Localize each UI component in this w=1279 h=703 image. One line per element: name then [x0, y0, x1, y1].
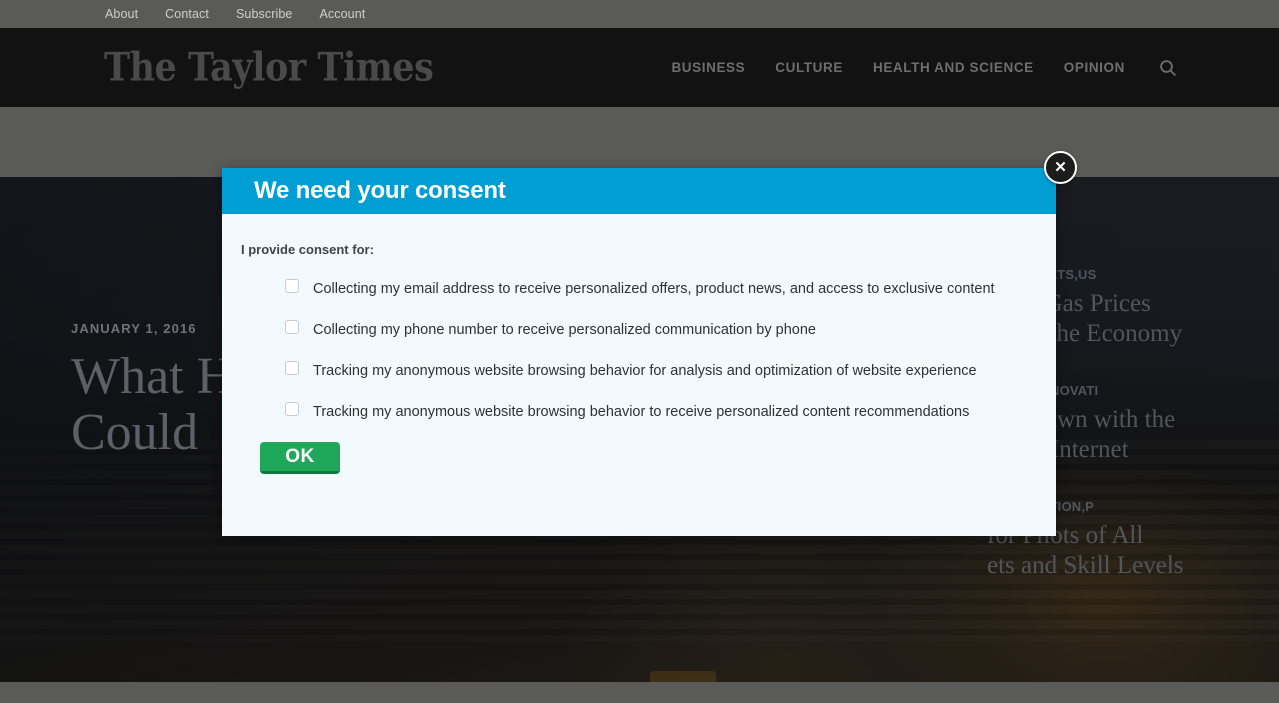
consent-option-label: Tracking my anonymous website browsing b…: [313, 363, 977, 379]
checkbox-personalization[interactable]: [285, 402, 299, 416]
content-gap-band: [0, 107, 1279, 177]
consent-option-phone[interactable]: Collecting my phone number to receive pe…: [241, 316, 1026, 344]
consent-option-label: Collecting my email address to receive p…: [313, 281, 995, 297]
checkbox-phone[interactable]: [285, 320, 299, 334]
close-icon[interactable]: ✕: [1044, 151, 1077, 184]
consent-modal: We need your consent I provide consent f…: [222, 168, 1056, 536]
site-masthead: The Taylor Times BUSINESS CULTURE HEALTH…: [0, 28, 1279, 107]
site-logo[interactable]: The Taylor Times: [104, 48, 434, 87]
nav-item-business[interactable]: BUSINESS: [671, 60, 745, 75]
checkbox-email[interactable]: [285, 279, 299, 293]
nav-item-health-and-science[interactable]: HEALTH AND SCIENCE: [873, 60, 1034, 75]
consent-options-list: Collecting my email address to receive p…: [241, 275, 1026, 426]
top-utility-bar: About Contact Subscribe Account: [0, 0, 1279, 28]
top-utility-links: About Contact Subscribe Account: [105, 7, 365, 21]
ok-button[interactable]: OK: [260, 442, 340, 474]
consent-option-analytics[interactable]: Tracking my anonymous website browsing b…: [241, 357, 1026, 385]
nav-item-culture[interactable]: CULTURE: [775, 60, 843, 75]
page-root: About Contact Subscribe Account The Tayl…: [0, 0, 1279, 703]
consent-lead-text: I provide consent for:: [241, 242, 374, 257]
topbar-link-contact[interactable]: Contact: [165, 7, 209, 21]
consent-modal-title: We need your consent: [254, 177, 506, 204]
consent-modal-body: I provide consent for: Collecting my ema…: [222, 214, 1056, 474]
search-icon[interactable]: [1157, 57, 1179, 79]
topbar-link-about[interactable]: About: [105, 7, 138, 21]
checkbox-analytics[interactable]: [285, 361, 299, 375]
consent-option-label: Tracking my anonymous website browsing b…: [313, 404, 970, 420]
consent-option-email[interactable]: Collecting my email address to receive p…: [241, 275, 1026, 303]
consent-modal-header: We need your consent: [222, 168, 1056, 214]
consent-option-label: Collecting my phone number to receive pe…: [313, 322, 816, 338]
bottom-background-band: [0, 682, 1279, 703]
topbar-link-subscribe[interactable]: Subscribe: [236, 7, 293, 21]
nav-item-opinion[interactable]: OPINION: [1064, 60, 1125, 75]
main-nav: BUSINESS CULTURE HEALTH AND SCIENCE OPIN…: [671, 57, 1179, 79]
topbar-link-account[interactable]: Account: [319, 7, 365, 21]
consent-option-personalization[interactable]: Tracking my anonymous website browsing b…: [241, 398, 1026, 426]
